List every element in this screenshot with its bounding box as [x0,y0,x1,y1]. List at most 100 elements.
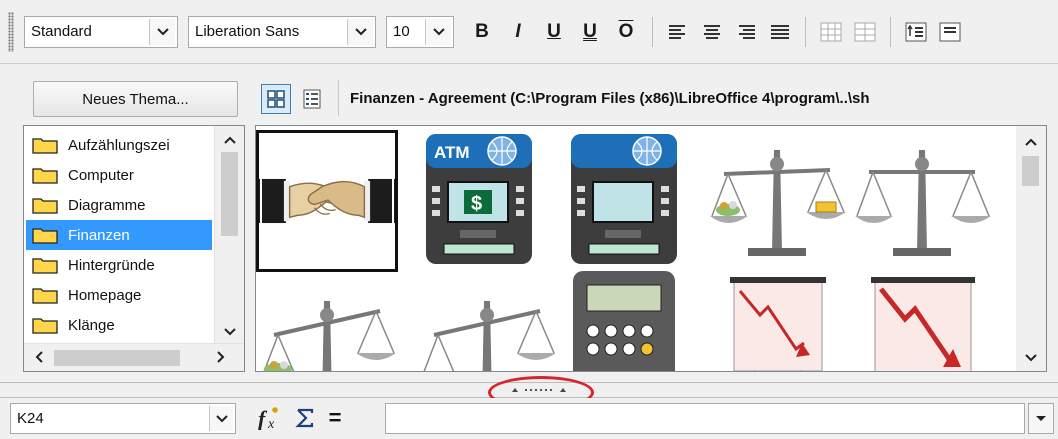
scale-tilted-icon [423,301,556,371]
underline-glyph: U [547,20,561,42]
paragraph-style-combo[interactable]: Standard [24,15,178,48]
toolbar-separator [652,16,653,47]
scroll-right-icon[interactable] [214,351,228,365]
gallery-tile[interactable] [851,130,993,272]
font-size-combo[interactable]: 10 [386,15,454,48]
chevron-down-icon[interactable] [425,18,451,45]
gallery-path-title: Finanzen - Agreement (C:\Program Files (… [350,90,870,107]
svg-text:f: f [258,406,268,430]
atm-machine-blank-icon [571,134,677,264]
paragraph-style-value[interactable]: Standard [25,17,149,47]
scroll-left-icon[interactable] [32,351,46,365]
theme-label: Computer [68,166,134,184]
atm-machine-icon: ATM $ [426,134,532,264]
falling-chart-arrow-icon [871,277,975,371]
more-toolbar-icon[interactable] [939,22,961,42]
new-theme-label: Neues Thema... [82,90,189,108]
bold-glyph: B [475,20,489,42]
list-item[interactable]: Hintergründe [26,250,212,280]
name-box-value[interactable]: K24 [11,404,209,433]
underline-icon[interactable]: U [540,14,568,50]
theme-label: Aufzählungszei [68,136,170,154]
overline-glyph: O [618,20,634,42]
atm-caption: ATM [434,143,470,162]
equals-button[interactable]: = [322,404,348,432]
italic-icon[interactable]: I [504,14,532,50]
folder-icon [32,168,58,184]
gallery-tile[interactable] [256,281,398,371]
overline-icon[interactable]: O [612,14,640,50]
icon-view-icon [267,90,285,108]
toolbar-grip-handle[interactable] [8,11,14,52]
gallery-tile-selected[interactable] [256,130,398,272]
sum-icon[interactable] [292,404,318,432]
equals-glyph: = [328,405,342,430]
wrap-text-icon[interactable] [905,22,927,42]
folder-icon [32,228,58,244]
gallery-tile[interactable]: ATM $ [416,130,558,272]
gallery-tile[interactable] [706,271,848,371]
falling-chart-icon [730,277,826,371]
new-theme-button[interactable]: Neues Thema... [33,81,238,117]
justify-icon[interactable] [769,24,791,40]
list-item-selected[interactable]: Finanzen [26,220,212,250]
detail-view-button[interactable] [297,84,327,114]
font-size-value[interactable]: 10 [387,17,425,47]
list-item[interactable]: Aufzählungszei [26,130,212,160]
icon-view-vertical-scrollbar[interactable] [1016,126,1046,371]
chevron-down-icon[interactable] [209,406,233,431]
scroll-down-icon[interactable] [1024,350,1038,364]
toolbar-separator [890,16,891,47]
bold-icon[interactable]: B [468,14,496,50]
scroll-up-icon[interactable] [1024,134,1038,148]
theme-list[interactable]: Aufzählungszei Computer Diagramme Finanz… [23,125,245,372]
scroll-down-icon[interactable] [223,324,237,338]
folder-icon [32,258,58,274]
gallery-tile[interactable] [851,271,993,371]
align-right-icon[interactable] [735,24,757,40]
merge-cells-icon[interactable] [820,22,842,42]
atm-symbol: $ [471,193,482,215]
folder-icon [32,288,58,304]
gallery-tile[interactable] [706,130,848,272]
theme-list-vertical-scrollbar[interactable] [214,126,244,344]
list-item[interactable]: Klänge [26,310,212,340]
chevron-down-icon[interactable] [149,18,175,45]
icon-view-button[interactable] [261,84,291,114]
gallery-icon-view[interactable]: ATM $ [255,125,1047,372]
scrollbar-thumb[interactable] [54,350,180,366]
list-item[interactable]: Diagramme [26,190,212,220]
scale-with-money-icon [710,150,846,256]
gallery-header-separator [338,80,339,116]
gallery-tile[interactable] [561,130,703,272]
align-left-icon[interactable] [667,24,689,40]
gallery-tile[interactable] [416,281,558,371]
chevron-down-icon [1036,415,1046,421]
double-underline-icon[interactable]: U [576,14,604,50]
theme-list-horizontal-scrollbar[interactable] [24,343,244,371]
formula-input[interactable] [385,403,1025,434]
chevron-down-icon[interactable] [347,18,373,45]
scroll-up-icon[interactable] [223,132,237,146]
unmerge-cells-icon[interactable] [854,22,876,42]
double-underline-glyph: U [583,20,597,42]
function-wizard-icon[interactable]: f x [256,404,284,432]
list-item[interactable]: Homepage [26,280,212,310]
theme-label: Finanzen [68,226,130,244]
formula-bar: K24 f x = [0,398,1058,439]
scale-with-money-tilted-icon [263,301,396,371]
scrollbar-thumb[interactable] [221,152,238,236]
font-name-combo[interactable]: Liberation Sans [188,15,376,48]
font-name-value[interactable]: Liberation Sans [189,17,347,47]
gallery-tile[interactable] [561,261,703,371]
align-center-icon[interactable] [701,24,723,40]
folder-icon [32,138,58,154]
scrollbar-thumb[interactable] [1022,156,1039,186]
name-box[interactable]: K24 [10,403,236,434]
formatting-toolbar: Standard Liberation Sans 10 B I U U O [0,0,1058,64]
list-item[interactable]: Computer [26,160,212,190]
formula-expand-button[interactable] [1028,403,1054,434]
scale-icon [855,150,991,256]
calculator-icon [573,271,675,371]
svg-text:x: x [267,417,275,430]
